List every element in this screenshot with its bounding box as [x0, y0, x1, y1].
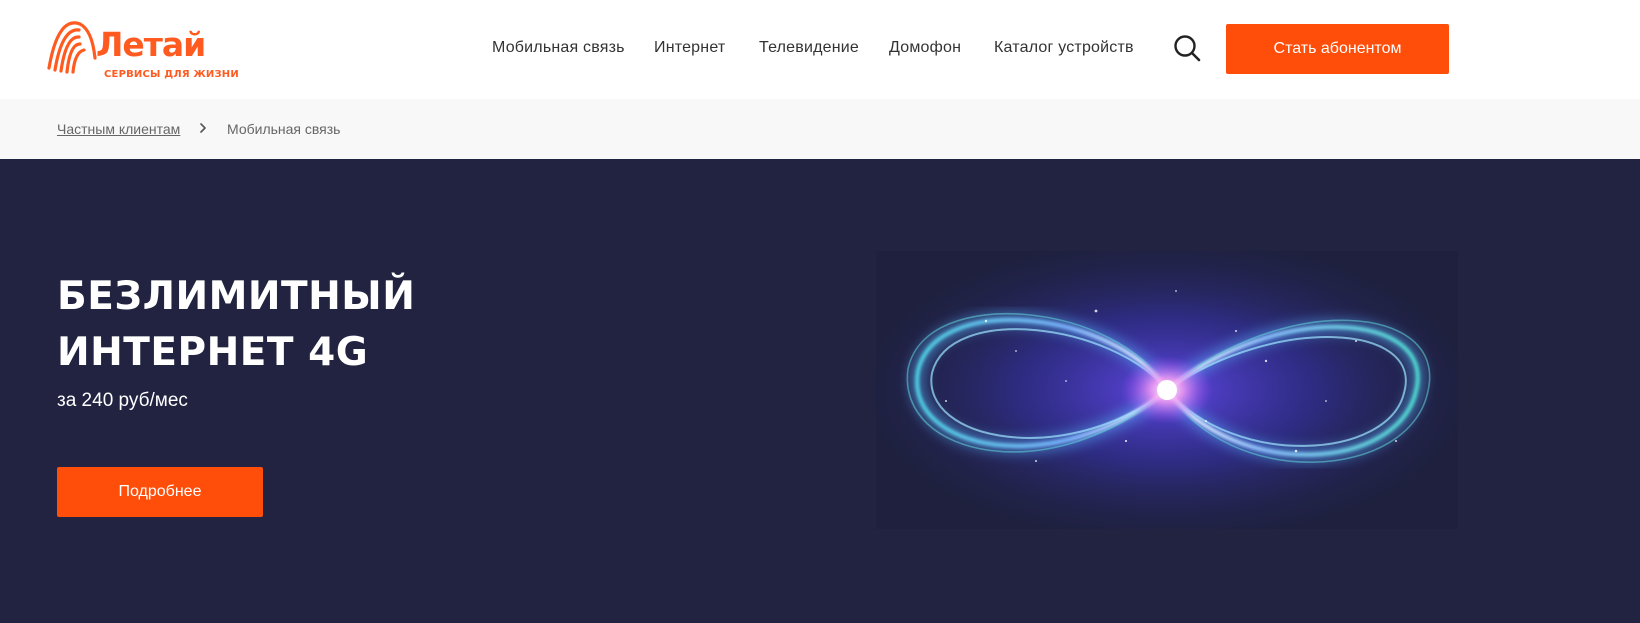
- logo-arches-icon: [47, 21, 97, 74]
- hero-title: БЕЗЛИМИТНЫЙ ИНТЕРНЕТ 4G: [57, 269, 415, 381]
- search-icon: [1174, 35, 1201, 62]
- become-subscriber-button[interactable]: Стать абонентом: [1226, 24, 1449, 74]
- hero-title-line-1: БЕЗЛИМИТНЫЙ: [57, 274, 416, 319]
- hero-banner: БЕЗЛИМИТНЫЙ ИНТЕРНЕТ 4G за 240 руб/мес П…: [0, 159, 1640, 623]
- chevron-right-icon: [200, 123, 206, 133]
- nav-item-tv[interactable]: Телевидение: [759, 37, 859, 59]
- search-button[interactable]: [1172, 33, 1202, 63]
- nav-item-intercom[interactable]: Домофон: [889, 37, 961, 59]
- nav-item-mobile[interactable]: Мобильная связь: [492, 37, 625, 59]
- breadcrumb: Частным клиентам Мобильная связь: [0, 99, 1640, 159]
- logo-tagline: СЕРВИСЫ ДЛЯ ЖИЗНИ: [104, 69, 239, 80]
- site-header: Летай СЕРВИСЫ ДЛЯ ЖИЗНИ Мобильная связь …: [0, 0, 1640, 99]
- more-details-button[interactable]: Подробнее: [57, 467, 263, 517]
- hero-title-line-2: ИНТЕРНЕТ 4G: [57, 330, 369, 375]
- breadcrumb-item-mobile: Мобильная связь: [227, 121, 341, 137]
- breadcrumb-item-private-clients[interactable]: Частным клиентам: [57, 120, 180, 138]
- nav-item-internet[interactable]: Интернет: [654, 37, 725, 59]
- logo[interactable]: Летай СЕРВИСЫ ДЛЯ ЖИЗНИ: [46, 18, 239, 84]
- nav-item-catalog[interactable]: Каталог устройств: [994, 37, 1134, 59]
- hero-price: за 240 руб/мес: [57, 390, 188, 411]
- logo-wordmark: Летай: [96, 25, 206, 64]
- infinity-icon: [876, 251, 1458, 529]
